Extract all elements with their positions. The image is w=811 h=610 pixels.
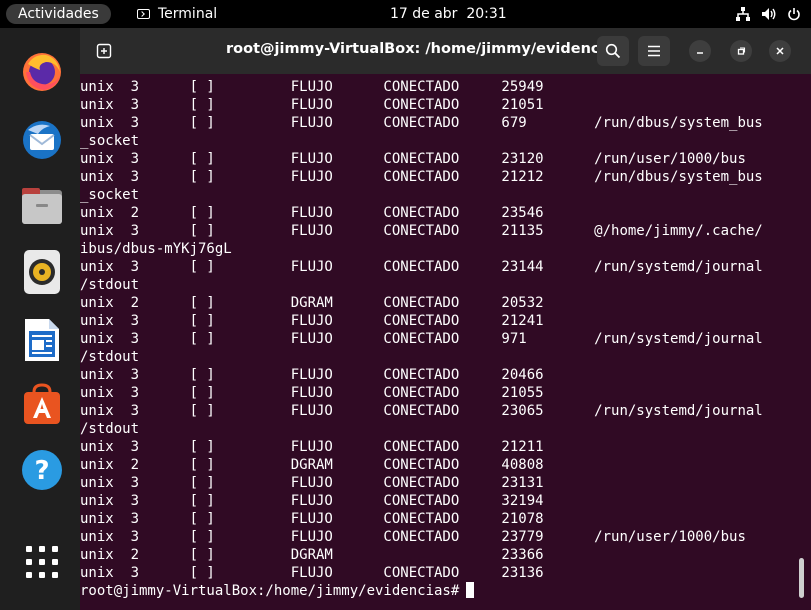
window-headerbar[interactable]: root@jimmy-VirtualBox: /home/jimmy/evide… [80, 28, 811, 74]
terminal-line: unix 3 [ ] FLUJO CONECTADO 23120 /run/us… [80, 151, 746, 167]
terminal-line: unix 3 [ ] FLUJO CONECTADO 21135 @/home/… [80, 223, 763, 239]
libreoffice-writer-icon[interactable] [18, 316, 66, 364]
terminal-line: unix 2 [ ] DGRAM 23366 [80, 547, 544, 563]
terminal-line: /stdout [80, 349, 140, 365]
terminal-window: root@jimmy-VirtualBox: /home/jimmy/evide… [80, 28, 811, 610]
terminal-line: unix 3 [ ] FLUJO CONECTADO 32194 [80, 493, 544, 509]
terminal-line: unix 3 [ ] FLUJO CONECTADO 23144 /run/sy… [80, 259, 763, 275]
software-center-icon[interactable] [18, 380, 66, 428]
rhythmbox-icon[interactable] [18, 248, 66, 296]
search-icon [605, 43, 621, 59]
terminal-icon [137, 9, 150, 19]
terminal-line: unix 2 [ ] FLUJO CONECTADO 23546 [80, 205, 544, 221]
terminal-line: unix 3 [ ] FLUJO CONECTADO 21078 [80, 511, 544, 527]
terminal-line: unix 2 [ ] DGRAM CONECTADO 40808 [80, 457, 544, 473]
thunderbird-icon[interactable] [18, 116, 66, 164]
terminal-line: unix 3 [ ] FLUJO CONECTADO 23131 [80, 475, 544, 491]
terminal-line: /stdout [80, 421, 140, 437]
terminal-line: _socket [80, 133, 140, 149]
terminal-line: unix 3 [ ] FLUJO CONECTADO 21055 [80, 385, 544, 401]
terminal-line: unix 3 [ ] FLUJO CONECTADO 23136 [80, 565, 544, 581]
new-tab-icon [96, 43, 112, 59]
terminal-output[interactable]: unix 3 [ ] FLUJO CONECTADO 25949 unix 3 [… [80, 74, 811, 610]
app-menu-label: Terminal [158, 6, 218, 22]
minimize-icon [697, 52, 703, 54]
files-icon[interactable] [18, 182, 66, 230]
maximize-icon [737, 47, 746, 55]
menu-button[interactable] [638, 36, 670, 66]
text-cursor [466, 582, 475, 598]
terminal-line: unix 3 [ ] FLUJO CONECTADO 23065 /run/sy… [80, 403, 763, 419]
clock[interactable]: 17 de abr 20:31 [390, 4, 507, 24]
terminal-line: unix 3 [ ] FLUJO CONECTADO 23779 /run/us… [80, 529, 746, 545]
activities-button[interactable]: Actividades [6, 4, 111, 24]
terminal-line: unix 3 [ ] FLUJO CONECTADO 21212 /run/db… [80, 169, 763, 185]
new-tab-button[interactable] [90, 37, 118, 65]
volume-icon[interactable] [761, 7, 777, 21]
maximize-button[interactable] [730, 40, 752, 62]
dock: ? [0, 28, 84, 610]
terminal-line: unix 3 [ ] FLUJO CONECTADO 21211 [80, 439, 544, 455]
close-button[interactable] [769, 40, 791, 62]
search-button[interactable] [597, 36, 629, 66]
top-bar: Actividades Terminal 17 de abr 20:31 [0, 0, 811, 28]
terminal-line: unix 3 [ ] FLUJO CONECTADO 679 /run/dbus… [80, 115, 763, 131]
hamburger-menu-icon [648, 45, 660, 57]
terminal-text: unix 3 [ ] FLUJO CONECTADO 25949 unix 3 [… [80, 78, 763, 600]
terminal-line: unix 3 [ ] FLUJO CONECTADO 25949 [80, 79, 544, 95]
terminal-line: /stdout [80, 277, 140, 293]
power-icon[interactable] [787, 7, 801, 21]
terminal-line: unix 2 [ ] DGRAM CONECTADO 20532 [80, 295, 544, 311]
terminal-line: unix 3 [ ] FLUJO CONECTADO 20466 [80, 367, 544, 383]
terminal-scrollbar[interactable] [799, 558, 804, 598]
system-tray[interactable] [735, 4, 801, 24]
terminal-line: unix 3 [ ] FLUJO CONECTADO 971 /run/syst… [80, 331, 763, 347]
terminal-prompt-line[interactable]: root@jimmy-VirtualBox:/home/jimmy/eviden… [80, 582, 763, 600]
network-icon[interactable] [735, 7, 751, 21]
minimize-button[interactable] [689, 40, 711, 62]
show-apps-icon[interactable] [18, 538, 66, 586]
app-menu-terminal[interactable]: Terminal [137, 4, 217, 24]
terminal-line: ibus/dbus-mYKj76gL [80, 241, 232, 257]
svg-text:?: ? [34, 456, 49, 486]
help-icon[interactable]: ? [18, 446, 66, 494]
shell-prompt: root@jimmy-VirtualBox:/home/jimmy/eviden… [80, 583, 460, 599]
terminal-line: _socket [80, 187, 140, 203]
window-title: root@jimmy-VirtualBox: /home/jimmy/evide… [226, 41, 623, 57]
terminal-line: unix 3 [ ] FLUJO CONECTADO 21051 [80, 97, 544, 113]
terminal-line: unix 3 [ ] FLUJO CONECTADO 21241 [80, 313, 544, 329]
close-icon [776, 47, 784, 55]
firefox-icon[interactable] [18, 48, 66, 96]
